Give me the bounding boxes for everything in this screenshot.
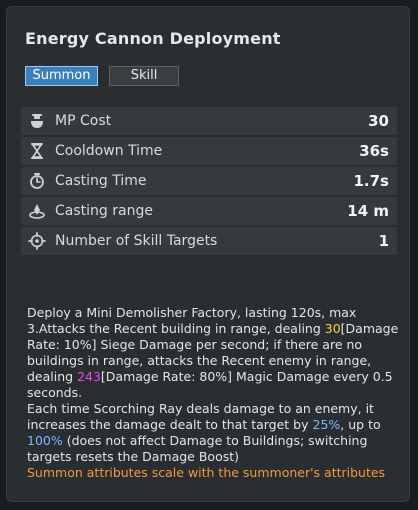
stopwatch-icon	[27, 171, 47, 191]
stat-value: 1	[378, 232, 389, 250]
description-text: Deploy a Mini Demolisher Factory, lastin…	[27, 305, 357, 336]
skill-title: Energy Cannon Deployment	[25, 29, 281, 48]
stat-value: 36s	[359, 142, 389, 160]
summon-scaling-note: Summon attributes scale with the summone…	[27, 465, 386, 480]
stat-label: Casting Time	[55, 173, 147, 189]
description-text: (does not affect Damage to Buildings; sw…	[27, 433, 368, 464]
tab-skill[interactable]: Skill	[109, 66, 179, 86]
skill-description: Deploy a Mini Demolisher Factory, lastin…	[27, 305, 399, 481]
hourglass-icon	[27, 141, 47, 161]
stat-row-casting-range: Casting range 14 m	[21, 197, 397, 225]
magic-damage-value: 243	[77, 369, 101, 384]
stat-row-cooldown: Cooldown Time 36s	[21, 137, 397, 165]
skill-tooltip-panel: Energy Cannon Deployment Summon Skill MP…	[6, 6, 410, 502]
stat-value: 1.7s	[353, 172, 389, 190]
crosshair-icon	[27, 231, 47, 251]
stat-row-casting-time: Casting Time 1.7s	[21, 167, 397, 195]
stat-label: MP Cost	[55, 113, 112, 129]
damage-boost-value: 25%	[312, 417, 341, 432]
siege-damage-value: 30	[324, 321, 341, 336]
description-text: , up to	[340, 417, 381, 432]
stat-row-skill-targets: Number of Skill Targets 1	[21, 227, 397, 255]
stat-label: Number of Skill Targets	[55, 233, 218, 249]
stat-value: 30	[368, 112, 389, 130]
stat-value: 14 m	[347, 202, 389, 220]
damage-boost-cap-value: 100%	[27, 433, 63, 448]
description-paragraph-1: Deploy a Mini Demolisher Factory, lastin…	[27, 305, 399, 401]
stat-label: Casting range	[55, 203, 153, 219]
stats-list: MP Cost 30 Cooldown Time 36s Casting Tim…	[21, 107, 397, 257]
stat-row-mp-cost: MP Cost 30	[21, 107, 397, 135]
stat-label: Cooldown Time	[55, 143, 163, 159]
range-icon	[27, 201, 47, 221]
potion-icon	[27, 111, 47, 131]
description-paragraph-2: Each time Scorching Ray deals damage to …	[27, 401, 399, 465]
tab-summon[interactable]: Summon	[25, 66, 98, 86]
